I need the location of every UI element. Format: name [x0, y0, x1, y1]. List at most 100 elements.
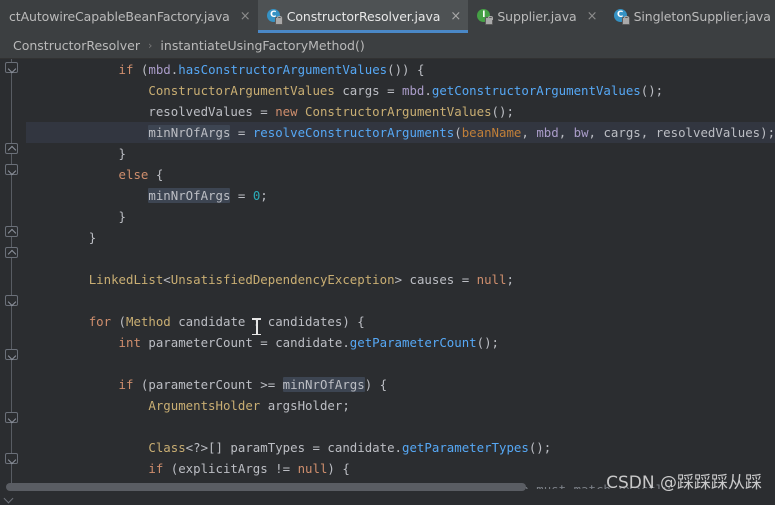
- breadcrumb-item-1[interactable]: instantiateUsingFactoryMethod(): [160, 38, 364, 53]
- breadcrumb-item-0[interactable]: ConstructorResolver: [13, 38, 140, 53]
- code-line[interactable]: if (parameterCount >= minNrOfArgs) {: [26, 374, 775, 395]
- code-token: parameterCount = candidate.: [140, 335, 350, 350]
- editor-gutter[interactable]: [0, 59, 26, 505]
- fold-expand-icon[interactable]: [5, 62, 18, 73]
- horizontal-scrollbar-thumb[interactable]: [6, 483, 526, 491]
- code-token: (: [454, 125, 462, 140]
- code-token: ,: [558, 125, 574, 140]
- editor-tab-2[interactable]: I Supplier.java ×: [468, 0, 604, 33]
- code-token: ) {: [327, 461, 350, 476]
- editor-tab-1[interactable]: C ConstructorResolver.java ×: [257, 0, 469, 33]
- editor-tab-3[interactable]: CSingletonSupplier.java×: [605, 0, 775, 33]
- close-icon[interactable]: ×: [240, 10, 251, 23]
- code-token: LinkedList: [88, 272, 164, 287]
- code-line[interactable]: }: [26, 227, 775, 248]
- code-token: ConstructorArgumentValues: [305, 104, 492, 119]
- code-token: ) {: [364, 377, 388, 392]
- fold-collapse-icon[interactable]: [5, 247, 18, 258]
- close-icon[interactable]: ×: [450, 10, 461, 23]
- code-line[interactable]: minNrOfArgs = 0;: [26, 185, 775, 206]
- code-token: {: [148, 167, 164, 182]
- code-line[interactable]: [26, 290, 775, 311]
- code-line[interactable]: for (Method candidate : candidates) {: [26, 311, 775, 332]
- java-class-icon: C: [613, 9, 630, 25]
- code-editor[interactable]: if (mbd.hasConstructorArgumentValues()) …: [0, 59, 775, 505]
- code-line[interactable]: [26, 353, 775, 374]
- editor-tab-label: ctAutowireCapableBeanFactory.java: [9, 9, 230, 24]
- breadcrumb: ConstructorResolver › instantiateUsingFact…: [0, 33, 775, 59]
- code-token: (: [133, 62, 149, 77]
- code-token: (explicitArgs !=: [163, 461, 298, 476]
- code-line[interactable]: resolvedValues = new ConstructorArgument…: [26, 101, 775, 122]
- code-line[interactable]: ArgumentsHolder argsHolder;: [26, 395, 775, 416]
- code-line[interactable]: if (mbd.hasConstructorArgumentValues()) …: [26, 59, 775, 80]
- code-token: mbd: [148, 62, 171, 77]
- code-token: new: [275, 104, 298, 119]
- code-token: getParameterTypes: [402, 440, 529, 455]
- code-line[interactable]: int parameterCount = candidate.getParame…: [26, 332, 775, 353]
- chevron-down-icon[interactable]: [3, 492, 15, 504]
- editor-tab-0[interactable]: ctAutowireCapableBeanFactory.java ×: [0, 0, 258, 33]
- fold-collapse-icon[interactable]: [5, 226, 18, 237]
- fold-expand-icon[interactable]: [5, 412, 18, 423]
- code-token: <: [163, 272, 171, 287]
- code-token: mbd: [402, 83, 425, 98]
- code-token: ()) {: [387, 62, 425, 77]
- code-token: ;: [260, 188, 268, 203]
- editor-tab-label: SingletonSupplier.java: [633, 9, 771, 24]
- code-token: beanName: [461, 125, 522, 140]
- code-token: ();: [528, 440, 552, 455]
- code-text[interactable]: if (mbd.hasConstructorArgumentValues()) …: [26, 59, 775, 505]
- fold-expand-icon[interactable]: [5, 349, 18, 360]
- code-token: (: [111, 314, 126, 329]
- breadcrumb-separator: ›: [148, 39, 153, 52]
- lock-icon: [274, 16, 283, 25]
- code-token: ;: [506, 272, 514, 287]
- code-line[interactable]: ConstructorArgumentValues cargs = mbd.ge…: [26, 80, 775, 101]
- code-token: bw: [573, 125, 589, 140]
- code-line[interactable]: }: [26, 143, 775, 164]
- code-token: minNrOfArgs: [282, 377, 365, 392]
- code-token: .: [424, 83, 432, 98]
- code-token: else: [118, 167, 149, 182]
- code-token: mbd: [536, 125, 559, 140]
- code-token: ConstructorArgumentValues: [148, 83, 335, 98]
- code-line[interactable]: else {: [26, 164, 775, 185]
- fold-collapse-icon[interactable]: [5, 143, 18, 154]
- code-line[interactable]: [26, 416, 775, 437]
- fold-expand-icon[interactable]: [5, 453, 18, 464]
- code-token: ();: [476, 335, 500, 350]
- code-line[interactable]: LinkedList<UnsatisfiedDependencyExceptio…: [26, 269, 775, 290]
- code-token: hasConstructorArgumentValues: [178, 62, 388, 77]
- fold-expand-icon[interactable]: [5, 295, 18, 306]
- code-token: for: [88, 314, 112, 329]
- code-token: ();: [640, 83, 664, 98]
- code-token: ();: [491, 104, 514, 119]
- code-token: Method: [126, 314, 171, 329]
- code-line[interactable]: Class<?>[] paramTypes = candidate.getPar…: [26, 437, 775, 458]
- java-class-icon: C: [266, 9, 283, 25]
- code-line[interactable]: }: [26, 206, 775, 227]
- close-icon[interactable]: ×: [587, 10, 598, 23]
- code-token: <?>[] paramTypes = candidate.: [185, 440, 403, 455]
- csdn-watermark: CSDN @踩踩踩从踩: [606, 473, 762, 493]
- code-line[interactable]: minNrOfArgs = resolveConstructorArgument…: [26, 122, 775, 143]
- vertical-scrollbar[interactable]: [769, 59, 775, 505]
- code-line[interactable]: [26, 248, 775, 269]
- code-token: cargs =: [334, 83, 402, 98]
- code-token: }: [118, 146, 126, 161]
- code-token: getConstructorArgumentValues: [431, 83, 641, 98]
- fold-expand-icon[interactable]: [5, 164, 18, 175]
- code-token: candidate : candidates) {: [170, 314, 365, 329]
